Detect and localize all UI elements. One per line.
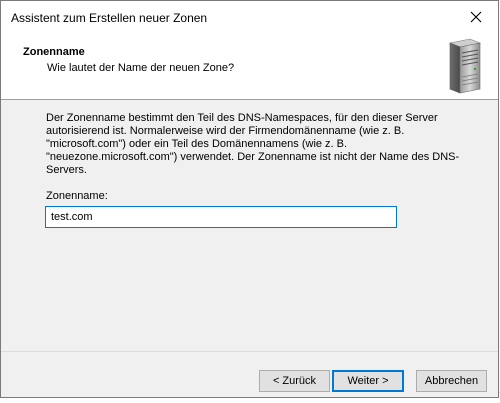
server-icon <box>448 38 482 94</box>
close-icon <box>470 11 482 23</box>
cancel-button[interactable]: Abbrechen <box>416 370 487 392</box>
title-bar: Assistent zum Erstellen neuer Zonen <box>1 1 498 33</box>
zone-name-label: Zonenname: <box>46 190 108 202</box>
zone-name-input[interactable] <box>45 206 397 228</box>
window-title: Assistent zum Erstellen neuer Zonen <box>11 11 208 25</box>
page-subtitle: Wie lautet der Name der neuen Zone? <box>47 62 235 74</box>
page-title: Zonenname <box>23 46 85 58</box>
wizard-footer: < Zurück Weiter > Abbrechen <box>1 351 498 397</box>
next-button[interactable]: Weiter > <box>332 370 404 392</box>
close-button[interactable] <box>454 1 498 33</box>
back-button[interactable]: < Zurück <box>259 370 330 392</box>
description-text: Der Zonenname bestimmt den Teil des DNS-… <box>46 112 460 176</box>
new-zone-wizard-dialog: Assistent zum Erstellen neuer Zonen Zone… <box>0 0 499 398</box>
wizard-header: Zonenname Wie lautet der Name der neuen … <box>1 33 498 100</box>
wizard-content: Der Zonenname bestimmt den Teil des DNS-… <box>1 100 498 350</box>
